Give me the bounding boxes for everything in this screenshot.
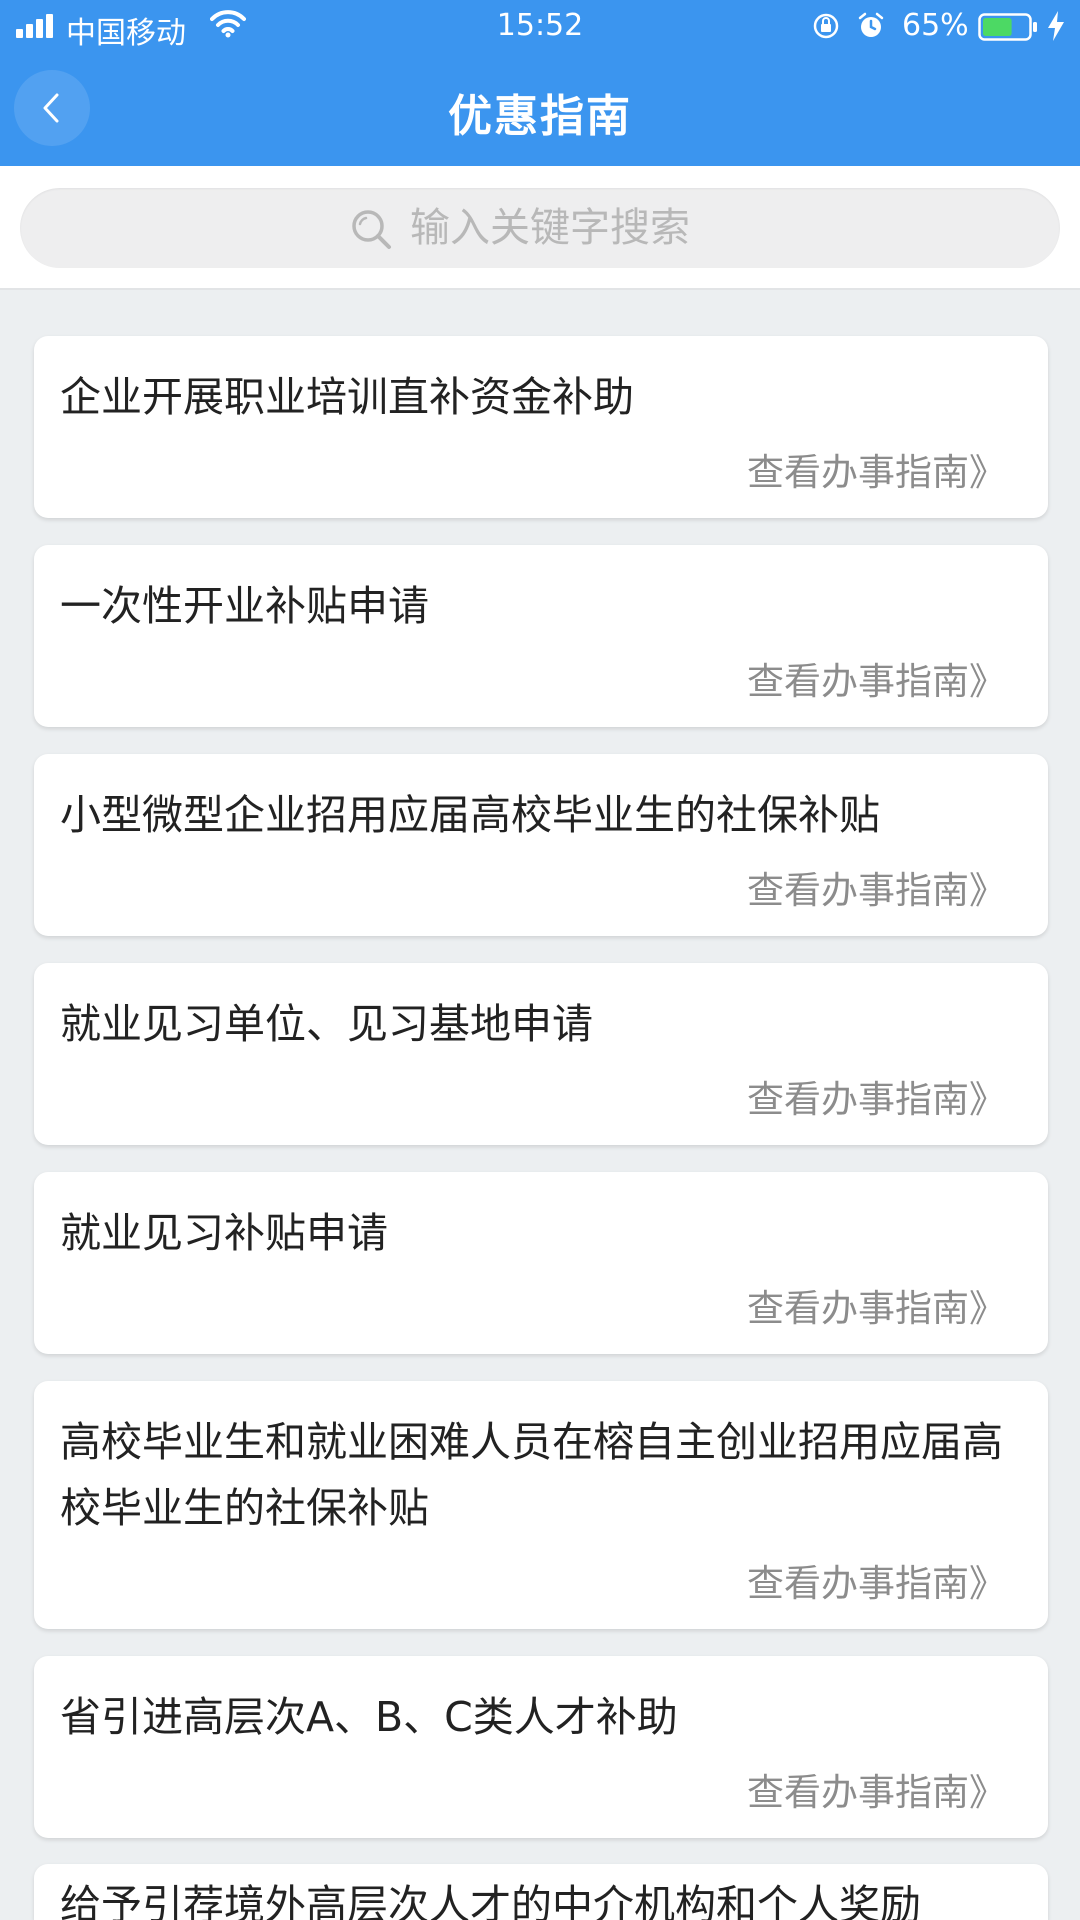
view-guide-link[interactable]: 查看办事指南》 <box>747 860 1006 914</box>
battery-percent: 65% <box>902 8 969 43</box>
list-item[interactable]: 就业见习单位、见习基地申请 查看办事指南》 <box>34 963 1048 1145</box>
search-box[interactable] <box>20 188 1060 268</box>
search-icon <box>352 210 391 249</box>
status-bar: 中国移动 15:52 65% <box>0 0 1080 52</box>
view-guide-link[interactable]: 查看办事指南》 <box>747 1278 1006 1332</box>
view-guide-link[interactable]: 查看办事指南》 <box>747 442 1006 496</box>
search-area <box>0 166 1080 290</box>
item-title: 企业开展职业培训直补资金补助 <box>60 373 634 421</box>
list-item[interactable]: 小型微型企业招用应届高校毕业生的社保补贴 查看办事指南》 <box>34 754 1048 936</box>
search-input[interactable] <box>410 194 1010 262</box>
rotation-lock-icon <box>813 13 839 39</box>
item-title: 就业见习补贴申请 <box>60 1209 388 1257</box>
list-item[interactable]: 一次性开业补贴申请 查看办事指南》 <box>34 545 1048 727</box>
list-item[interactable]: 高校毕业生和就业困难人员在榕自主创业招用应届高校毕业生的社保补贴 查看办事指南》 <box>34 1381 1048 1629</box>
item-title: 一次性开业补贴申请 <box>60 582 429 630</box>
page-title: 优惠指南 <box>448 91 632 142</box>
view-guide-link[interactable]: 查看办事指南》 <box>747 651 1006 705</box>
charging-icon <box>1048 11 1064 41</box>
list-item[interactable]: 省引进高层次A、B、C类人才补助 查看办事指南》 <box>34 1656 1048 1838</box>
top-bar: 中国移动 15:52 65% 优惠指南 <box>0 0 1080 166</box>
item-title: 小型微型企业招用应届高校毕业生的社保补贴 <box>60 791 880 839</box>
view-guide-link[interactable]: 查看办事指南》 <box>747 1762 1006 1816</box>
view-guide-link[interactable]: 查看办事指南》 <box>747 1069 1006 1123</box>
alarm-icon <box>858 12 884 37</box>
item-title: 高校毕业生和就业困难人员在榕自主创业招用应届高校毕业生的社保补贴 <box>60 1418 1003 1532</box>
battery-icon <box>978 13 1037 41</box>
view-guide-link[interactable]: 查看办事指南》 <box>747 1553 1006 1607</box>
item-title: 省引进高层次A、B、C类人才补助 <box>60 1693 678 1741</box>
item-title: 就业见习单位、见习基地申请 <box>60 1000 593 1048</box>
list-item[interactable]: 给予引荐境外高层次人才的中介机构和个人奖励 <box>34 1864 1048 1920</box>
item-title: 给予引荐境外高层次人才的中介机构和个人奖励 <box>60 1881 921 1920</box>
navigation-bar: 优惠指南 <box>0 52 1080 166</box>
list-item[interactable]: 企业开展职业培训直补资金补助 查看办事指南》 <box>34 336 1048 518</box>
list-item[interactable]: 就业见习补贴申请 查看办事指南》 <box>34 1172 1048 1354</box>
